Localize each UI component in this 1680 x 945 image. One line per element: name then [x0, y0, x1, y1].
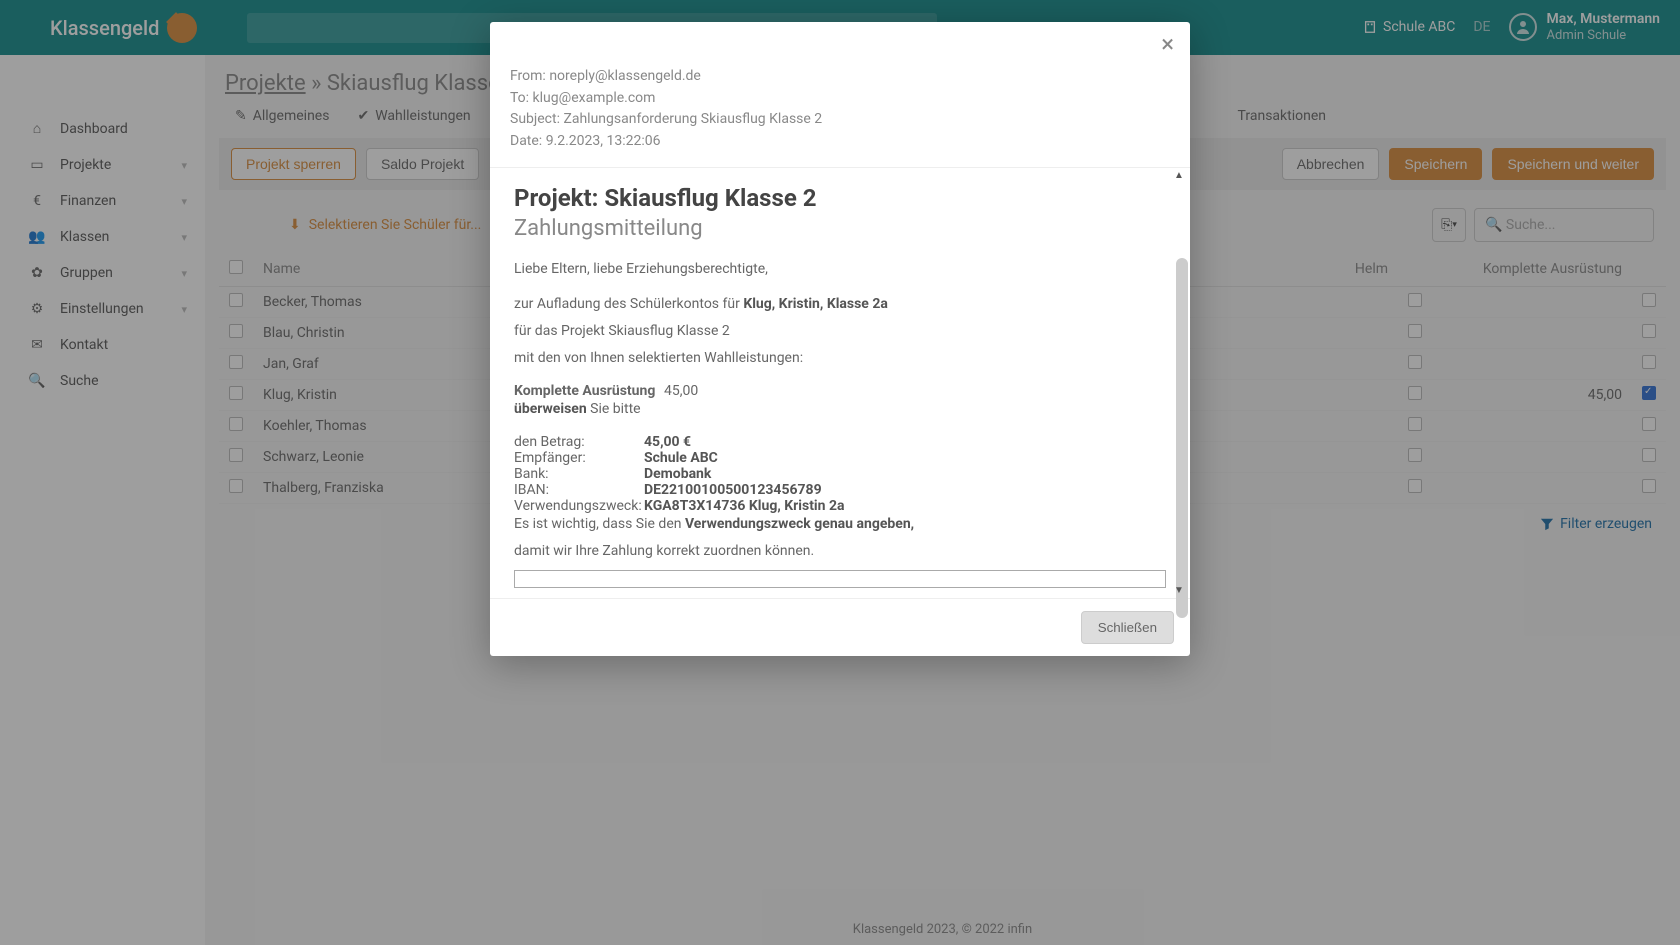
close-icon[interactable]: ×	[1161, 32, 1174, 56]
scroll-down-icon[interactable]: ▼	[1171, 585, 1187, 596]
scrollbar-thumb[interactable]	[1176, 258, 1188, 618]
close-button[interactable]: Schließen	[1081, 611, 1174, 644]
mail-title: Projekt: Skiausflug Klasse 2	[514, 184, 1166, 212]
mail-body: Projekt: Skiausflug Klasse 2 Zahlungsmit…	[490, 168, 1190, 598]
email-preview-modal: × From: noreply@klassengeld.de To: klug@…	[490, 22, 1190, 656]
input-strip[interactable]	[514, 570, 1166, 588]
mail-subtitle: Zahlungsmitteilung	[514, 216, 1166, 241]
scroll-up-icon[interactable]: ▲	[1171, 170, 1187, 181]
mail-headers: From: noreply@klassengeld.de To: klug@ex…	[490, 66, 1190, 168]
